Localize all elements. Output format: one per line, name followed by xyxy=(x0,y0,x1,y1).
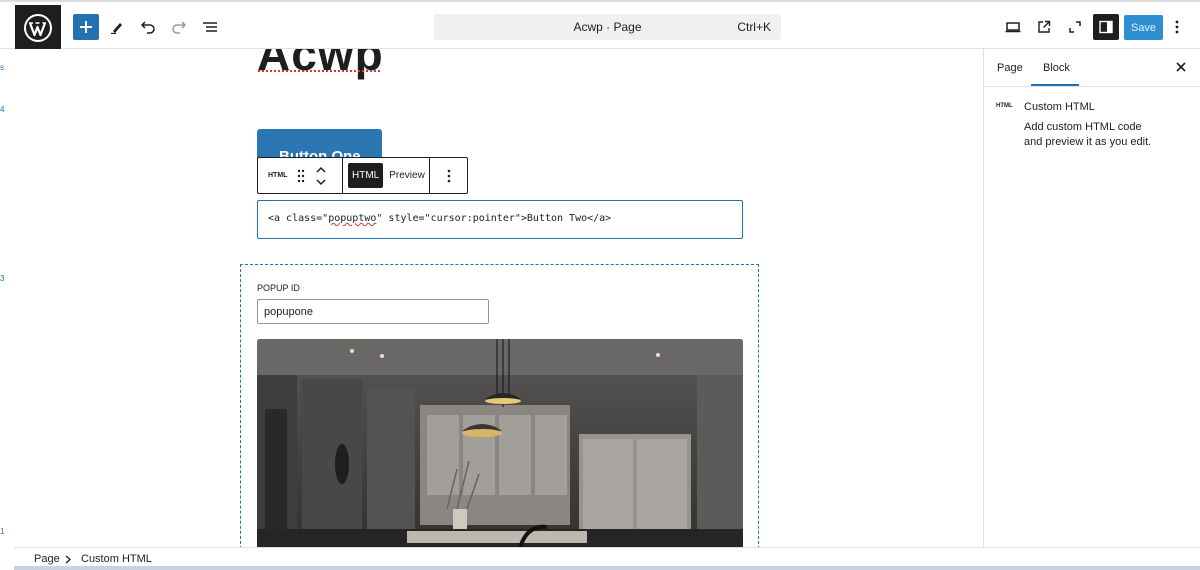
close-sidebar-button[interactable] xyxy=(1173,59,1189,75)
preview-device-button[interactable] xyxy=(1000,14,1026,40)
save-button[interactable]: Save xyxy=(1124,15,1163,40)
drag-handle-icon[interactable] xyxy=(297,169,305,183)
redo-icon xyxy=(172,21,187,34)
breadcrumb-item-block: Custom HTML xyxy=(81,553,152,565)
add-block-button[interactable] xyxy=(73,14,99,40)
desktop-icon xyxy=(1005,22,1021,33)
html-block-icon: HTML xyxy=(996,103,1013,109)
view-page-button[interactable] xyxy=(1031,14,1057,40)
undo-icon xyxy=(140,21,155,34)
fullscreen-icon xyxy=(1069,21,1081,33)
block-type-group: HTML xyxy=(258,158,343,193)
kitchen-image xyxy=(257,339,743,547)
left-gutter: s 4 3 1 xyxy=(0,49,14,549)
tools-button[interactable] xyxy=(104,14,130,40)
html-code-textarea[interactable]: <a class="popuptwo" style="cursor:pointe… xyxy=(257,200,743,239)
settings-sidebar-button[interactable] xyxy=(1093,14,1119,40)
gutter-mark: 4 xyxy=(0,105,5,114)
gutter-mark: 3 xyxy=(0,274,5,283)
breadcrumb-item-page[interactable]: Page xyxy=(34,553,60,565)
kitchen-photo xyxy=(257,339,743,547)
command-palette-bar[interactable]: Acwp · Page Ctrl+K xyxy=(434,14,781,40)
popup-id-input[interactable] xyxy=(257,299,489,324)
editor-header: Acwp · Page Ctrl+K Save xyxy=(0,0,1200,51)
redo-button[interactable] xyxy=(166,14,192,40)
preview-mode-button[interactable]: Preview xyxy=(389,170,425,181)
document-overview-button[interactable] xyxy=(197,14,223,40)
wordpress-logo-button[interactable] xyxy=(15,5,61,51)
chevron-right-icon xyxy=(65,555,71,564)
undo-button[interactable] xyxy=(135,14,161,40)
settings-sidebar: Page Block HTML Custom HTML Add custom H… xyxy=(983,49,1200,547)
sidebar-tabs: Page Block xyxy=(984,49,1200,87)
footer-divider xyxy=(14,566,1200,570)
block-editor: Acwp · Page Ctrl+K Save s 4 3 1 Acwp HTM… xyxy=(0,0,1200,570)
list-view-icon xyxy=(203,22,217,32)
active-tab-indicator xyxy=(1031,84,1079,86)
popup-id-label: POPUP ID xyxy=(257,283,300,293)
mode-switch-group: HTML Preview xyxy=(343,158,430,193)
external-link-icon xyxy=(1038,20,1051,33)
code-text: " style="cursor:pointer">Button Two</a> xyxy=(376,213,612,224)
fullscreen-button[interactable] xyxy=(1062,14,1088,40)
html-block-icon[interactable]: HTML xyxy=(268,172,287,179)
gutter-mark: 1 xyxy=(0,527,5,536)
tab-page[interactable]: Page xyxy=(997,62,1023,74)
tab-block[interactable]: Block xyxy=(1043,62,1070,74)
more-vertical-icon[interactable] xyxy=(447,169,451,183)
sidebar-icon xyxy=(1099,20,1113,34)
code-text: <a class=" xyxy=(268,213,329,224)
pencil-icon xyxy=(111,23,122,34)
popup-block[interactable]: POPUP ID xyxy=(240,264,759,547)
spellcheck-underline xyxy=(258,68,380,72)
gutter-mark: s xyxy=(0,63,4,72)
wordpress-icon xyxy=(24,14,52,42)
more-vertical-icon xyxy=(1175,20,1179,34)
block-options-group xyxy=(430,158,467,193)
plus-icon xyxy=(80,21,92,33)
editor-canvas: Acwp Button One HTML HTML Preview xyxy=(14,49,983,547)
block-description: Add custom HTML code and preview it as y… xyxy=(1024,121,1152,148)
block-name: Custom HTML xyxy=(1024,101,1095,113)
code-text-misspelled: popuptwo xyxy=(328,213,377,224)
options-menu-button[interactable] xyxy=(1169,14,1185,40)
html-mode-button[interactable]: HTML xyxy=(348,163,384,188)
move-up-down-icon[interactable] xyxy=(315,164,327,188)
block-toolbar: HTML HTML Preview xyxy=(257,157,468,194)
close-icon xyxy=(1176,62,1186,72)
document-title: Acwp · Page xyxy=(573,20,642,34)
page-title[interactable]: Acwp xyxy=(257,49,384,81)
shortcut-hint: Ctrl+K xyxy=(737,20,771,34)
